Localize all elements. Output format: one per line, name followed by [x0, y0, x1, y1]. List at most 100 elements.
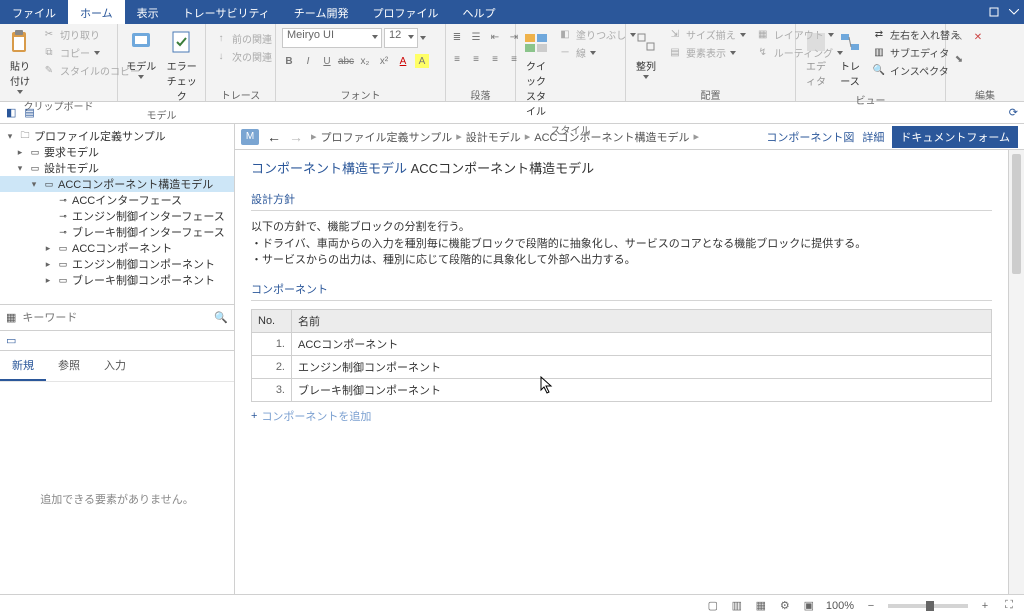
table-row[interactable]: 3.ブレーキ制御コンポーネント: [252, 378, 992, 401]
window-restore-icon[interactable]: [984, 0, 1004, 24]
menu-tab-home[interactable]: ホーム: [68, 0, 125, 24]
italic-icon[interactable]: I: [301, 54, 315, 68]
zoom-out-icon[interactable]: −: [864, 599, 878, 613]
crumb-item[interactable]: ACCコンポーネント構造モデル: [534, 129, 689, 145]
link-detail[interactable]: 詳細: [862, 129, 884, 145]
doc-icon: ▭: [28, 162, 42, 174]
table-row[interactable]: 1.ACCコンポーネント: [252, 332, 992, 355]
nav-forward-icon[interactable]: →: [289, 129, 303, 145]
table-row[interactable]: 2.エンジン制御コンポーネント: [252, 355, 992, 378]
paste-button[interactable]: 貼り付け: [4, 26, 36, 96]
underline-icon[interactable]: U: [320, 54, 334, 68]
model-badge: M: [241, 129, 259, 145]
group-trace-label: トレース: [206, 87, 275, 101]
tree-item[interactable]: エンジン制御インターフェース: [72, 208, 225, 224]
scrollbar-thumb[interactable]: [1012, 154, 1021, 274]
nav-back-icon[interactable]: ←: [267, 129, 281, 145]
scrollbar[interactable]: [1008, 150, 1024, 616]
font-color-icon[interactable]: A: [396, 54, 410, 68]
tree-root[interactable]: プロファイル定義サンプル: [34, 128, 166, 144]
group-font-label: フォント: [276, 87, 445, 101]
tree-item-selected[interactable]: ACCコンポーネント構造モデル: [58, 176, 213, 192]
interface-icon: ⊸: [56, 226, 70, 238]
quickstyle-button[interactable]: クイック スタイル: [520, 26, 552, 120]
number-list-icon[interactable]: ☰: [469, 30, 483, 44]
trace-view-button[interactable]: トレース: [834, 26, 866, 90]
font-family-select[interactable]: Meiryo UI: [282, 28, 382, 48]
errorcheck-button[interactable]: エラーチェック: [163, 26, 202, 105]
resize-button[interactable]: ⇲サイズ揃え: [664, 26, 750, 43]
sidebar-empty-message: 追加できる要素がありません。: [0, 381, 234, 616]
highlight-icon[interactable]: A: [415, 54, 429, 68]
bullet-list-icon[interactable]: ≣: [450, 30, 464, 44]
docform-button[interactable]: ドキュメントフォーム: [892, 126, 1018, 148]
tree-item[interactable]: 設計モデル: [44, 160, 99, 176]
model-icon: [127, 28, 155, 56]
group-clipboard-label: クリップボード: [0, 98, 117, 112]
component-icon: ▭: [56, 274, 70, 286]
menu-tab-help[interactable]: ヘルプ: [450, 0, 507, 24]
align-right-icon[interactable]: ≡: [488, 52, 502, 66]
bold-icon[interactable]: B: [282, 54, 296, 68]
subscript-icon[interactable]: x₂: [358, 54, 372, 68]
tree-tool-icon[interactable]: ◧: [6, 106, 16, 119]
tab-new[interactable]: 新規: [0, 351, 46, 381]
editor-button[interactable]: エディタ: [800, 26, 832, 90]
strike-icon[interactable]: abc: [339, 54, 353, 68]
check-icon: [168, 28, 196, 56]
brush-icon: ✎: [42, 64, 56, 78]
tree-item[interactable]: ブレーキ制御コンポーネント: [72, 272, 215, 288]
outdent-icon[interactable]: ⇤: [488, 30, 502, 44]
interface-icon: ⊸: [56, 194, 70, 206]
crumb-item[interactable]: 設計モデル: [466, 129, 521, 145]
menu-tab-file[interactable]: ファイル: [0, 0, 68, 24]
tree-refresh-icon[interactable]: ⟳: [1009, 106, 1018, 119]
arrow-cursor-icon[interactable]: ⬊: [952, 52, 966, 66]
tree-item[interactable]: エンジン制御コンポーネント: [72, 256, 215, 272]
superscript-icon[interactable]: x²: [377, 54, 391, 68]
model-button[interactable]: モデル: [122, 26, 161, 81]
align-button[interactable]: 整列: [630, 26, 662, 81]
status-icon[interactable]: ▥: [730, 599, 744, 613]
align-center-icon[interactable]: ≡: [469, 52, 483, 66]
status-icon[interactable]: ▢: [706, 599, 720, 613]
fit-icon[interactable]: ⛶: [1002, 599, 1016, 613]
menu-tab-trace[interactable]: トレーサビリティ: [171, 0, 282, 24]
tree-item[interactable]: ACCコンポーネント: [72, 240, 172, 256]
tree-item[interactable]: ACCインターフェース: [72, 192, 182, 208]
tree-item[interactable]: ブレーキ制御インターフェース: [72, 224, 225, 240]
close-icon[interactable]: ✕: [971, 30, 985, 44]
status-icon[interactable]: ▦: [754, 599, 768, 613]
zoom-slider[interactable]: [888, 604, 968, 608]
menu-bar: ファイル ホーム 表示 トレーサビリティ チーム開発 プロファイル ヘルプ: [0, 0, 1024, 24]
model-tree[interactable]: ▾🗀プロファイル定義サンプル ▸▭要求モデル ▾▭設計モデル ▾▭ACCコンポー…: [0, 124, 234, 304]
search-icon[interactable]: 🔍: [214, 311, 228, 324]
status-icon[interactable]: ▣: [802, 599, 816, 613]
tree-item[interactable]: 要求モデル: [44, 144, 99, 160]
menu-tab-team[interactable]: チーム開発: [282, 0, 361, 24]
filter-icon[interactable]: ▦: [6, 311, 16, 324]
sidebar-tabs: 新規 参照 入力: [0, 350, 234, 381]
tab-ref[interactable]: 参照: [46, 351, 92, 381]
search-input[interactable]: [22, 312, 208, 324]
zoom-in-icon[interactable]: +: [978, 599, 992, 613]
tab-input[interactable]: 入力: [92, 351, 138, 381]
pointer-icon[interactable]: ↖: [952, 30, 966, 44]
panel-icon[interactable]: ▭: [6, 334, 16, 347]
menu-tab-profile[interactable]: プロファイル: [360, 0, 450, 24]
tree-tool-icon[interactable]: ▤: [24, 106, 34, 119]
cut-icon: ✂: [42, 28, 56, 42]
align-left-icon[interactable]: ≡: [450, 52, 464, 66]
next-relation-button[interactable]: ↓次の関連: [210, 48, 276, 65]
link-component-diagram[interactable]: コンポーネント図: [766, 129, 854, 145]
window-collapse-icon[interactable]: [1004, 0, 1024, 24]
prev-relation-button[interactable]: ↑前の関連: [210, 30, 276, 47]
menu-tab-view[interactable]: 表示: [125, 0, 171, 24]
add-component-link[interactable]: +コンポーネントを追加: [251, 408, 992, 424]
crumb-item[interactable]: プロファイル定義サンプル: [321, 129, 453, 145]
show-elem-button[interactable]: ▤要素表示: [664, 44, 750, 61]
chevron-down-icon[interactable]: [420, 36, 426, 40]
status-icon[interactable]: ⚙: [778, 599, 792, 613]
sidebar: ▾🗀プロファイル定義サンプル ▸▭要求モデル ▾▭設計モデル ▾▭ACCコンポー…: [0, 124, 235, 616]
font-size-select[interactable]: 12: [384, 28, 418, 48]
